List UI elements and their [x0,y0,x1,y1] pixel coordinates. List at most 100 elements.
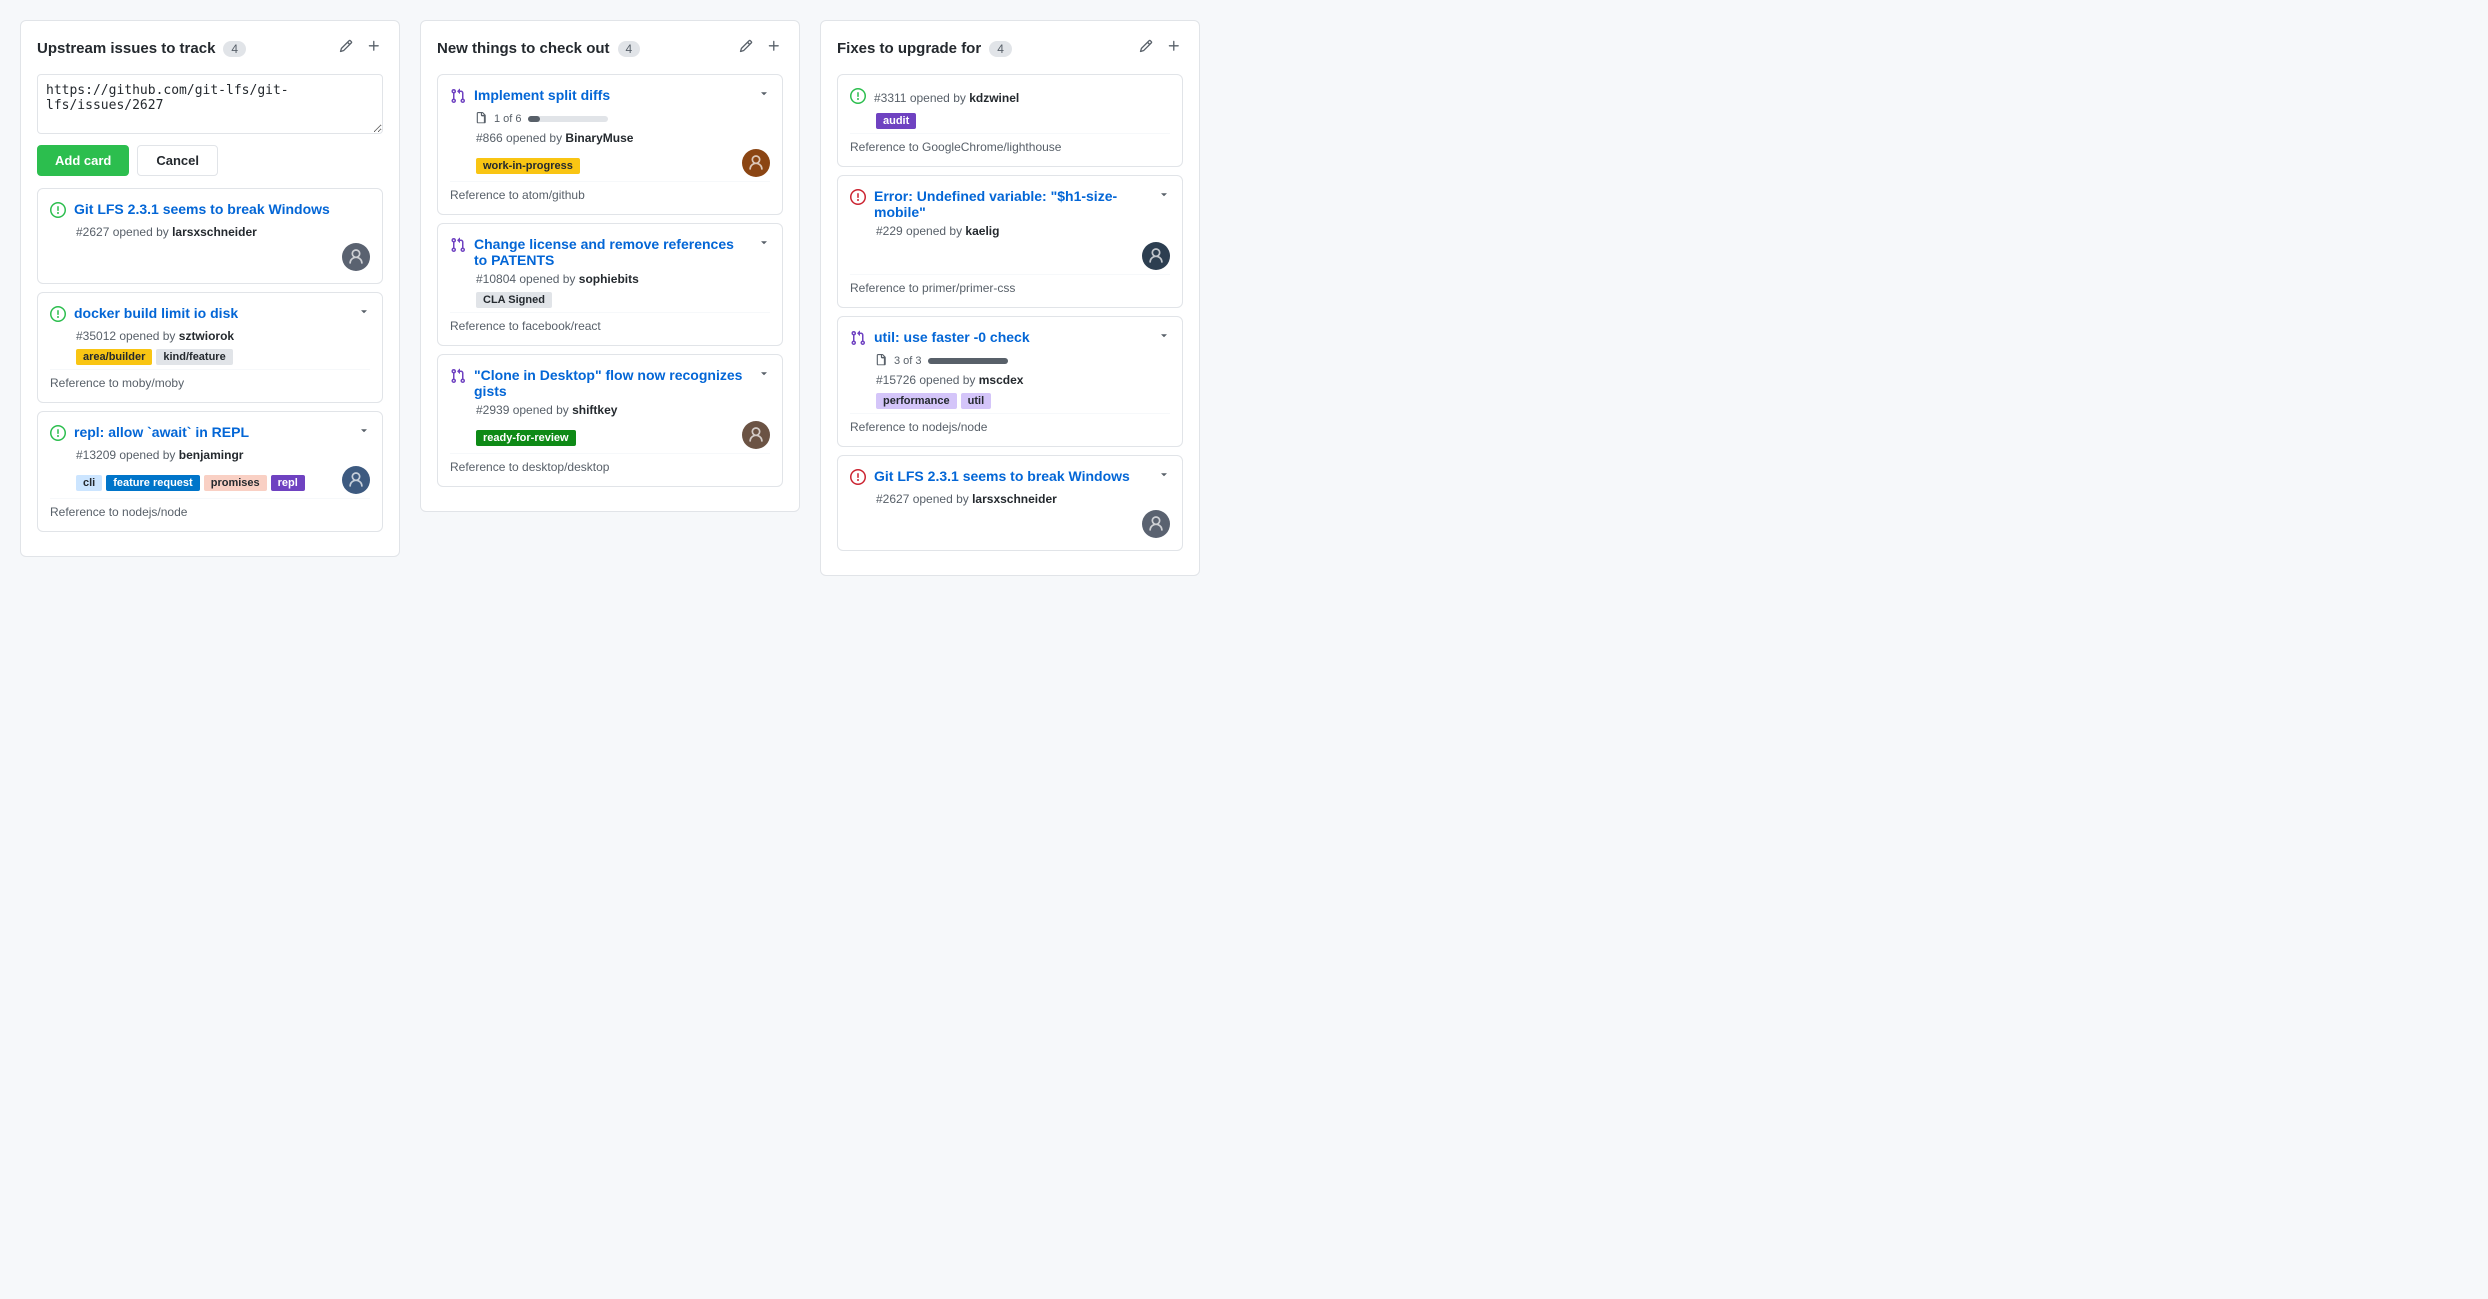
project-card: Git LFS 2.3.1 seems to break Windows #26… [37,188,383,284]
card-title[interactable]: Error: Undefined variable: "$h1-size-mob… [874,188,1150,220]
card-meta: #866 opened by BinaryMuse [476,131,770,145]
card-ref: Reference to moby/moby [50,369,370,390]
card-header: Git LFS 2.3.1 seems to break Windows [50,201,370,221]
issue-icon [450,237,466,256]
card-labels: audit [876,113,1170,129]
card-label: work-in-progress [476,158,580,174]
card-title[interactable]: Git LFS 2.3.1 seems to break Windows [74,201,370,217]
card-ref: Reference to atom/github [450,181,770,202]
card-meta: #35012 opened by sztwiorok [76,329,370,343]
column-fixes: Fixes to upgrade for 4 #3311 opened by k… [820,20,1200,576]
column-newthings: New things to check out 4 Implement spli… [420,20,800,512]
chevron-icon[interactable] [758,87,770,102]
card-title[interactable]: Git LFS 2.3.1 seems to break Windows [874,468,1150,484]
chevron-icon[interactable] [758,236,770,251]
card-title[interactable]: repl: allow `await` in REPL [74,424,350,440]
chevron-icon[interactable] [358,305,370,320]
chevron-icon[interactable] [1158,329,1170,344]
column-actions [1137,37,1183,60]
card-label: CLA Signed [476,292,552,308]
card-footer [876,510,1170,538]
card-footer [876,242,1170,270]
card-label: util [961,393,992,409]
add-card-button[interactable] [1165,37,1183,60]
card-ref: Reference to primer/primer-css [850,274,1170,295]
edit-column-button[interactable] [337,37,355,60]
card-progress: 1 of 6 [476,111,770,127]
card-ref: Reference to nodejs/node [850,413,1170,434]
card-ref: Reference to nodejs/node [50,498,370,519]
issue-icon [50,202,66,221]
card-header: repl: allow `await` in REPL [50,424,370,444]
card-title[interactable]: Change license and remove references to … [474,236,750,268]
edit-column-button[interactable] [1137,37,1155,60]
card-ref: Reference to desktop/desktop [450,453,770,474]
card-label: audit [876,113,916,129]
project-card: Implement split diffs 1 of 6 #866 opened… [437,74,783,215]
progress-bar [928,358,1008,364]
card-labels: ready-for-review [476,430,576,446]
project-card: "Clone in Desktop" flow now recognizes g… [437,354,783,487]
card-label: cli [76,475,102,491]
card-header: "Clone in Desktop" flow now recognizes g… [450,367,770,399]
project-card: Change license and remove references to … [437,223,783,346]
card-header: Error: Undefined variable: "$h1-size-mob… [850,188,1170,220]
card-footer: ready-for-review [476,421,770,449]
project-card: #3311 opened by kdzwinel audit Reference… [837,74,1183,167]
chevron-icon[interactable] [1158,188,1170,203]
edit-column-button[interactable] [737,37,755,60]
issue-icon [850,189,866,208]
column-title: New things to check out [437,40,610,57]
issue-icon [850,88,866,107]
card-meta: #10804 opened by sophiebits [476,272,770,286]
column-actions [337,37,383,60]
card-label: performance [876,393,957,409]
card-meta: #2627 opened by larsxschneider [876,492,1170,506]
card-meta: #15726 opened by mscdex [876,373,1170,387]
card-title[interactable]: util: use faster -0 check [874,329,1150,345]
column-header: Upstream issues to track 4 [37,37,383,60]
project-board: Upstream issues to track 4 https://githu… [20,20,2468,576]
card-url-input[interactable]: https://github.com/git-lfs/git-lfs/issue… [37,74,383,134]
add-card-buttons: Add card Cancel [37,145,383,176]
card-meta: #3311 opened by kdzwinel [874,91,1170,105]
card-title[interactable]: docker build limit io disk [74,305,350,321]
card-title[interactable]: "Clone in Desktop" flow now recognizes g… [474,367,750,399]
card-footer: work-in-progress [476,149,770,177]
card-footer: clifeature requestpromisesrepl [76,466,370,494]
issue-icon [450,88,466,107]
card-ref: Reference to facebook/react [450,312,770,333]
card-header: docker build limit io disk [50,305,370,325]
project-card: Git LFS 2.3.1 seems to break Windows #26… [837,455,1183,551]
card-label: kind/feature [156,349,232,365]
add-card-button[interactable] [765,37,783,60]
card-meta: #229 opened by kaelig [876,224,1170,238]
card-title[interactable]: Implement split diffs [474,87,750,103]
column-count: 4 [618,41,641,57]
add-card-submit-button[interactable]: Add card [37,145,129,176]
card-label: ready-for-review [476,430,576,446]
card-header: Implement split diffs [450,87,770,107]
card-progress: 3 of 3 [876,353,1170,369]
column-upstream: Upstream issues to track 4 https://githu… [20,20,400,557]
chevron-icon[interactable] [358,424,370,439]
card-header: util: use faster -0 check [850,329,1170,349]
card-ref: Reference to GoogleChrome/lighthouse [850,133,1170,154]
column-title: Upstream issues to track [37,40,215,57]
card-header: #3311 opened by kdzwinel [850,87,1170,107]
progress-bar [528,116,608,122]
column-header: Fixes to upgrade for 4 [837,37,1183,60]
card-label: repl [271,475,305,491]
progress-text: 3 of 3 [894,355,922,367]
column-title: Fixes to upgrade for [837,40,981,57]
project-card: repl: allow `await` in REPL #13209 opene… [37,411,383,532]
add-card-button[interactable] [365,37,383,60]
add-card-cancel-button[interactable]: Cancel [137,145,218,176]
card-meta: #2939 opened by shiftkey [476,403,770,417]
chevron-icon[interactable] [758,367,770,382]
chevron-icon[interactable] [1158,468,1170,483]
card-meta: #13209 opened by benjamingr [76,448,370,462]
progress-text: 1 of 6 [494,113,522,125]
project-card: docker build limit io disk #35012 opened… [37,292,383,403]
card-labels: work-in-progress [476,158,580,174]
